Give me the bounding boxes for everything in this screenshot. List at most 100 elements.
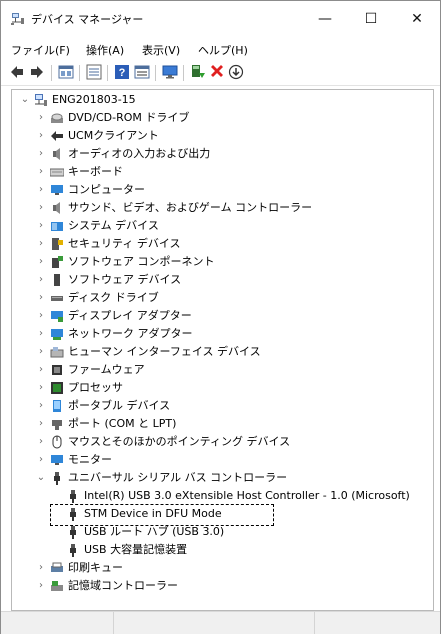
tree-item-dev-2[interactable]: USB ルート ハブ (USB 3.0) [12,523,430,541]
security-device-icon [52,238,63,250]
network-adapter-icon [51,329,63,340]
minimize-button[interactable]: — [302,1,348,37]
chevron-right-icon[interactable]: › [36,415,46,433]
chevron-right-icon[interactable]: › [36,253,46,271]
tree-item-label: UCMクライアント [68,129,159,142]
chevron-right-icon[interactable]: › [36,325,46,343]
tree-item-cat-18[interactable]: › マウスとそのほかのポインティング デバイス [12,433,430,451]
chevron-right-icon[interactable]: › [36,559,46,577]
tree-item-label: USB ルート ハブ (USB 3.0) [84,525,225,538]
chevron-down-icon[interactable]: ⌄ [20,91,30,109]
tree-item-cat-4[interactable]: › コンピューター [12,181,430,199]
title-bar[interactable]: デバイス マネージャー — ☐ ✕ [1,1,440,37]
uninstall-icon[interactable] [208,63,226,81]
tree-item-cat-17[interactable]: › ポート (COM と LPT) [12,415,430,433]
tree-item-cat-3[interactable]: › キーボード [12,163,430,181]
chevron-right-icon[interactable]: › [36,235,46,253]
tree-item-dev-0[interactable]: Intel(R) USB 3.0 eXtensible Host Control… [12,487,430,505]
computer-icon [51,185,63,195]
chevron-right-icon[interactable]: › [36,217,46,235]
system-device-icon [51,222,63,231]
dvd-drive-icon [51,113,63,123]
tree-item-label: ディスク ドライブ [68,291,159,304]
tree-item-label: USB 大容量記憶装置 [84,543,188,556]
tree-item-cat-11[interactable]: › ディスプレイ アダプター [12,307,430,325]
device-manager-app-icon [11,13,24,25]
tree-item-label: ディスプレイ アダプター [68,309,192,322]
chevron-right-icon[interactable]: › [36,433,46,451]
tree-item-label: システム デバイス [68,219,159,232]
tree-item-dev-3[interactable]: USB 大容量記憶装置 [12,541,430,559]
chevron-right-icon[interactable]: › [36,109,46,127]
tree-item-cat-19[interactable]: › モニター [12,451,430,469]
tree-item-cat-14[interactable]: › ファームウェア [12,361,430,379]
tree-item-label: 記憶域コントローラー [68,579,178,592]
usb-controller-icon [70,490,76,503]
usb-icon [54,472,60,485]
svg-text:?: ? [119,67,126,79]
tree-item-cat-21[interactable]: › 印刷キュー [12,559,430,577]
tree-item-cat-10[interactable]: › ディスク ドライブ [12,289,430,307]
device-tree[interactable]: ⌄ ENG201803-15 › DVD/CD-ROM ドライブ › UCMクライアント ›… [11,89,434,611]
back-icon[interactable] [8,63,26,81]
tree-item-cat-13[interactable]: › ヒューマン インターフェイス デバイス [12,343,430,361]
tree-item-cat-0[interactable]: › DVD/CD-ROM ドライブ [12,109,430,127]
tree-item-label: キーボード [68,165,123,178]
close-button[interactable]: ✕ [394,1,440,37]
keyboard-icon [50,168,64,177]
properties-icon[interactable] [57,63,75,81]
disk-drive-icon [51,296,63,301]
chevron-right-icon[interactable]: › [36,199,46,217]
chevron-right-icon[interactable]: › [36,379,46,397]
details-icon[interactable] [133,63,151,81]
tree-item-cat-6[interactable]: › システム デバイス [12,217,430,235]
chevron-right-icon[interactable]: › [36,145,46,163]
view-icon[interactable] [85,63,103,81]
help-icon[interactable]: ? [113,63,131,81]
tree-item-cat-2[interactable]: › オーディオの入力および出力 [12,145,430,163]
monitor-icon[interactable] [161,63,179,81]
tree-item-cat-12[interactable]: › ネットワーク アダプター [12,325,430,343]
chevron-right-icon[interactable]: › [36,181,46,199]
chevron-right-icon[interactable]: › [36,451,46,469]
menu-view[interactable]: 表示(V) [142,42,180,58]
chevron-right-icon[interactable]: › [36,163,46,181]
tree-item-cat-1[interactable]: › UCMクライアント [12,127,430,145]
ucm-client-icon [51,131,63,141]
tree-item-cat-7[interactable]: › セキュリティ デバイス [12,235,430,253]
chevron-right-icon[interactable]: › [36,361,46,379]
tree-item-cat-9[interactable]: › ソフトウェア デバイス [12,271,430,289]
tree-item-label: ネットワーク アダプター [68,327,193,340]
chevron-right-icon[interactable]: › [36,343,46,361]
chevron-right-icon[interactable]: › [36,577,46,595]
tree-item-cat-15[interactable]: › プロセッサ [12,379,430,397]
tree-item-cat-5[interactable]: › サウンド、ビデオ、およびゲーム コントローラー [12,199,430,217]
chevron-down-icon[interactable]: ⌄ [36,469,46,487]
maximize-button[interactable]: ☐ [348,1,394,37]
tree-item-cat-20[interactable]: ⌄ ユニバーサル シリアル バス コントローラー [12,469,430,487]
chevron-right-icon[interactable]: › [36,307,46,325]
menu-action[interactable]: 操作(A) [86,42,124,58]
tree-item-cat-16[interactable]: › ポータブル デバイス [12,397,430,415]
tree-item-root[interactable]: ⌄ ENG201803-15 [12,91,430,109]
chevron-right-icon[interactable]: › [36,127,46,145]
download-icon[interactable] [227,63,245,81]
chevron-right-icon[interactable]: › [36,289,46,307]
menu-help[interactable]: ヘルプ(H) [198,42,248,58]
tree-item-label: マウスとそのほかのポインティング デバイス [68,435,291,448]
update-driver-icon[interactable] [189,63,207,81]
forward-icon[interactable] [28,63,46,81]
processor-icon [51,382,63,394]
menu-file[interactable]: ファイル(F) [11,42,70,58]
tree-item-label: オーディオの入力および出力 [68,147,211,160]
mouse-icon [52,435,62,449]
tree-item-label: DVD/CD-ROM ドライブ [68,111,190,124]
device-manager-window: デバイス マネージャー — ☐ ✕ ファイル(F) 操作(A) 表示(V) ヘル… [0,0,441,634]
hid-icon [50,347,64,358]
tree-item-cat-22[interactable]: › 記憶域コントローラー [12,577,430,595]
chevron-right-icon[interactable]: › [36,397,46,415]
tree-item-label: 印刷キュー [68,561,123,574]
chevron-right-icon[interactable]: › [36,271,46,289]
tree-item-cat-8[interactable]: › ソフトウェア コンポーネント [12,253,430,271]
menu-bar: ファイル(F) 操作(A) 表示(V) ヘルプ(H) [1,37,440,59]
